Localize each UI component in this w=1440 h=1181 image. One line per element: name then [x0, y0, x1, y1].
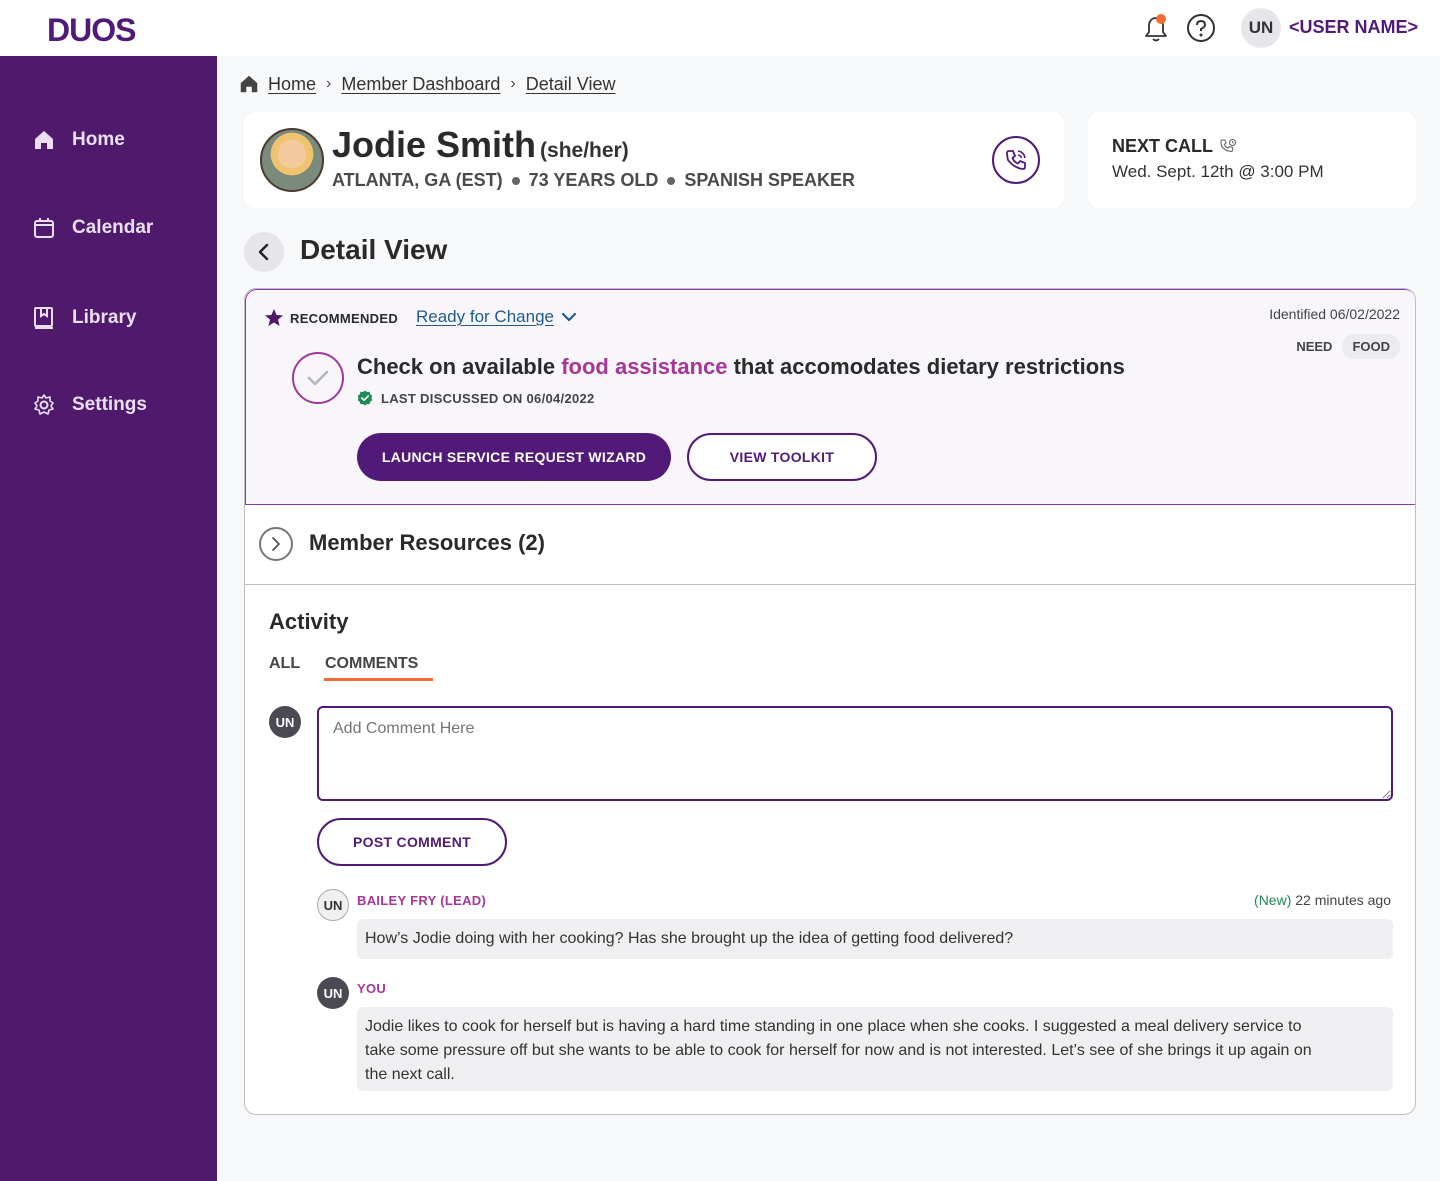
star-icon [265, 309, 283, 326]
separator-dot [667, 176, 676, 185]
goal-highlight: food assistance [561, 354, 728, 379]
new-label: (New) [1254, 892, 1292, 908]
sidebar-item-home[interactable]: Home [32, 125, 125, 155]
notification-dot [1156, 14, 1166, 24]
gear-icon [34, 394, 54, 415]
expand-chevron-icon[interactable] [259, 527, 293, 561]
last-discussed-text: LAST DISCUSSED ON 06/04/2022 [381, 390, 595, 406]
next-call-card: NEXT CALL Wed. Sept. 12th @ 3:00 PM [1088, 112, 1416, 208]
sidebar-item-settings[interactable]: Settings [32, 390, 147, 420]
comment-author: YOU [357, 981, 387, 996]
sidebar-item-calendar[interactable]: Calendar [32, 213, 153, 243]
top-bar: DUOS UN <USER NAME> [0, 0, 1440, 56]
member-photo [260, 128, 324, 192]
goal-prefix: Check on available [357, 354, 562, 379]
goal-suffix: that accomodates dietary restrictions [727, 354, 1125, 379]
active-tab-indicator [324, 678, 433, 681]
sidebar-item-library[interactable]: Library [32, 303, 136, 333]
member-language: SPANISH SPEAKER [684, 170, 856, 190]
recommended-label: RECOMMENDED [290, 310, 399, 326]
stage-dropdown[interactable]: Ready for Change [416, 307, 578, 327]
comment-author: BAILEY FRY (LEAD) [357, 893, 487, 908]
phone-call-icon [1006, 150, 1026, 170]
back-button[interactable] [244, 232, 284, 272]
recommended-badge: RECOMMENDED [264, 308, 398, 328]
call-button[interactable] [992, 136, 1040, 184]
recommendation-card: RECOMMENDED Ready for Change Identified … [245, 289, 1415, 505]
member-location: ATLANTA, GA (EST) [332, 170, 503, 190]
goal-text: Check on available food assistance that … [357, 354, 1125, 380]
comment-timestamp: (New) 22 minutes ago [1254, 892, 1391, 908]
duos-logo[interactable]: DUOS [47, 12, 136, 49]
sidebar-item-label: Library [72, 307, 137, 328]
avatar: UN [269, 706, 301, 738]
next-call-label: NEXT CALL [1112, 136, 1213, 156]
comment-input[interactable] [317, 706, 1393, 801]
identified-date: Identified 06/02/2022 [1269, 306, 1400, 322]
view-toolkit-button[interactable]: VIEW TOOLKIT [687, 433, 877, 481]
tag-label: NEED [1296, 339, 1333, 354]
member-resources-section[interactable]: Member Resources (2) [245, 505, 1415, 585]
member-meta: ATLANTA, GA (EST) 73 YEARS OLD SPANISH S… [332, 170, 855, 191]
member-resources-title: Member Resources (2) [309, 530, 545, 555]
sidebar-item-label: Calendar [72, 217, 154, 238]
activity-title: Activity [269, 609, 349, 634]
chevron-left-icon [258, 243, 269, 261]
next-call-title: NEXT CALL [1112, 136, 1237, 157]
check-icon [307, 370, 329, 386]
home-icon[interactable] [238, 73, 260, 95]
member-card: Jodie Smith (she/her) ATLANTA, GA (EST) 7… [244, 112, 1064, 208]
check-badge-icon [357, 390, 373, 406]
tab-comments[interactable]: COMMENTS [325, 655, 418, 673]
user-name[interactable]: <USER NAME> [1289, 17, 1418, 38]
stage-label: Ready for Change [416, 307, 554, 326]
home-icon [35, 131, 53, 149]
avatar: UN [317, 977, 349, 1009]
chevron-right-icon: › [510, 75, 516, 92]
comment-time: 22 minutes ago [1295, 892, 1391, 908]
member-age: 73 YEARS OLD [528, 170, 659, 190]
sidebar-item-label: Home [72, 129, 125, 150]
last-discussed: LAST DISCUSSED ON 06/04/2022 [357, 390, 595, 406]
page-title: Detail View [300, 234, 448, 265]
breadcrumb-detail-view[interactable]: Detail View [526, 74, 616, 95]
scheduled-call-icon [1220, 138, 1237, 152]
tab-all[interactable]: ALL [269, 655, 300, 673]
breadcrumb: Home › Member Dashboard › Detail View [238, 72, 615, 96]
member-name-text: Jodie Smith [332, 124, 537, 165]
comment-bubble: Jodie likes to cook for herself but is h… [357, 1007, 1393, 1091]
need-tags: NEED FOOD [1296, 334, 1400, 359]
breadcrumb-member-dashboard[interactable]: Member Dashboard [341, 74, 500, 95]
detail-panel: RECOMMENDED Ready for Change Identified … [244, 288, 1416, 1115]
avatar: UN [317, 889, 349, 921]
breadcrumb-home[interactable]: Home [268, 74, 316, 95]
next-call-date: Wed. Sept. 12th @ 3:00 PM [1112, 162, 1324, 181]
comment-bubble: How’s Jodie doing with her cooking? Has … [357, 919, 1393, 959]
tag-food: FOOD [1342, 334, 1400, 359]
member-pronouns: (she/her) [540, 139, 629, 162]
sidebar: Home Calendar Library Settings [0, 56, 217, 1181]
sidebar-item-label: Settings [72, 394, 147, 415]
complete-checkbox[interactable] [292, 352, 344, 404]
help-icon[interactable] [1186, 13, 1216, 43]
separator-dot [511, 176, 520, 185]
user-avatar[interactable]: UN [1241, 8, 1281, 48]
library-icon [34, 307, 53, 329]
chevron-right-icon: › [326, 75, 332, 92]
launch-service-request-button[interactable]: LAUNCH SERVICE REQUEST WIZARD [357, 433, 671, 481]
chevron-down-icon [561, 312, 577, 322]
post-comment-button[interactable]: POST COMMENT [317, 818, 507, 866]
chevron-right-icon [272, 537, 280, 551]
member-name: Jodie Smith (she/her) [332, 124, 629, 166]
calendar-icon [34, 218, 54, 238]
